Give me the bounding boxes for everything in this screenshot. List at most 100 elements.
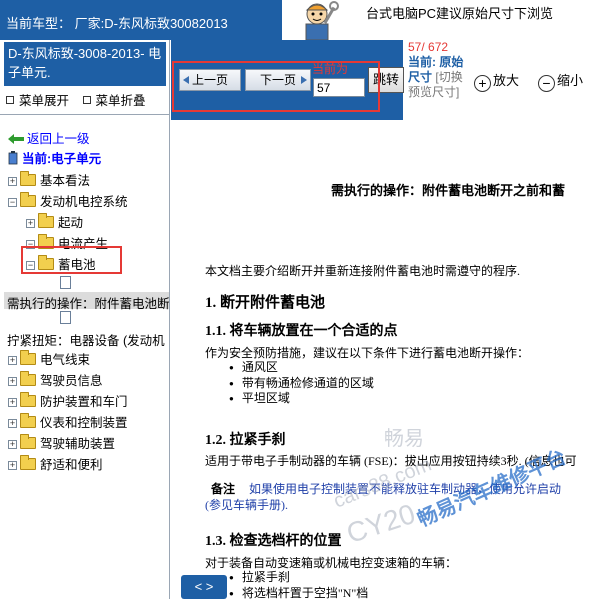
tree-item-comfort[interactable]: + 舒适和便利	[8, 454, 103, 473]
tree-doc-1[interactable]	[60, 276, 71, 290]
page-count: 57/ 672	[408, 40, 449, 54]
tree-item-doors[interactable]: + 防护装置和车门	[8, 391, 128, 410]
mechanic-mascot-icon	[305, 1, 339, 40]
current-node-row: 当前:电子单元	[8, 148, 101, 167]
menu-collapse-button[interactable]: 菜单折叠	[82, 90, 146, 109]
battery-highlight-box	[21, 246, 122, 274]
paragraph: 对于装备自动变速箱或机械电控变速箱的车辆：	[205, 556, 458, 570]
bullet-item: 带有畅通检修通道的区域	[229, 376, 374, 392]
size-info: 当前: 原始尺寸 [切换预览尺寸]	[408, 55, 466, 100]
collapse-minus-icon[interactable]: −	[8, 198, 17, 207]
subsection-heading: 1.1. 将车辆放置在一个合适的点	[205, 324, 398, 339]
folder-icon	[20, 371, 36, 386]
watermark-text: 畅易	[384, 428, 424, 450]
expand-plus-icon[interactable]: +	[8, 177, 17, 186]
tree-item-label: 仪表和控制装置	[40, 416, 128, 430]
tree-item-label: 舒适和便利	[40, 458, 103, 472]
zoom-in-button[interactable]: + 放大	[474, 70, 519, 92]
expand-plus-icon[interactable]: +	[8, 398, 17, 407]
tree-item-label: 起动	[58, 216, 84, 230]
zoom-in-icon: +	[474, 75, 491, 92]
sidebar-divider	[0, 114, 169, 115]
expand-plus-icon[interactable]: +	[8, 440, 17, 449]
note-label: 备注	[211, 482, 236, 496]
tree-item-engine[interactable]: − 发动机电控系统	[8, 191, 128, 210]
tree-item-label: 驾驶员信息	[40, 374, 103, 388]
tree-item-driving-aids[interactable]: + 驾驶辅助装置	[8, 433, 115, 452]
expand-plus-icon[interactable]: +	[26, 219, 35, 228]
tree-item-label: 拧紧扭矩：电器设备 (发动机	[7, 334, 165, 348]
expand-plus-icon[interactable]: +	[8, 419, 17, 428]
tree-item-label: 电气线束	[40, 353, 91, 367]
subsection-heading: 1.3. 检查选档杆的位置	[205, 534, 342, 549]
collapse-square-icon	[82, 96, 91, 104]
folder-icon	[20, 413, 36, 428]
tree-item-torque[interactable]: 拧紧扭矩：电器设备 (发动机	[7, 330, 165, 349]
tree-item-label: 防护装置和车门	[40, 395, 128, 409]
tree-item-driver-info[interactable]: + 驾驶员信息	[8, 370, 103, 389]
expand-plus-icon[interactable]: +	[8, 377, 17, 386]
folder-icon	[38, 213, 54, 228]
current-node-label: 当前:电子单元	[22, 152, 102, 166]
folder-icon	[20, 434, 36, 449]
document-toolbar: 上一页 下一页 当前为 跳转 57/ 672 当前: 原始尺寸 [切换预览尺寸]…	[171, 40, 600, 120]
document-icon	[60, 311, 71, 324]
menu-collapse-label: 菜单折叠	[95, 94, 146, 108]
zoom-out-label: 缩小	[557, 73, 584, 88]
notice-panel: 台式电脑PC建议原始尺寸下浏览	[352, 0, 600, 40]
bullet-item: 将选档杆置于空挡"N"档	[229, 586, 368, 599]
folder-open-icon	[20, 192, 36, 207]
note-line: 备注 如果使用电子控制装置不能释放驻车制动器，使用允许启动	[211, 480, 561, 497]
note-text: 如果使用电子控制装置不能释放驻车制动器，使用允许启动	[249, 482, 562, 496]
tree-item-label: 发动机电控系统	[40, 195, 128, 209]
folder-icon	[20, 350, 36, 365]
document-icon	[60, 276, 71, 289]
section-heading: 1. 断开附件蓄电池	[205, 295, 326, 311]
sidebar: D-东风标致-3008-2013- 电子单元. 菜单展开 菜单折叠 返回上一级 …	[0, 40, 170, 599]
tree-item-label: 基本看法	[40, 174, 91, 188]
car-model-label: 当前车型： 厂家:D-东风标致30082013	[6, 16, 228, 31]
document-title: 需执行的操作：附件蓄电池断开之前和蓄	[331, 183, 566, 198]
intro-text: 本文档主要介绍断开并重新连接附件蓄电池时需遵守的程序.	[205, 264, 521, 278]
zoom-out-button[interactable]: − 缩小	[538, 70, 583, 92]
expand-square-icon	[6, 96, 14, 104]
battery-icon	[8, 151, 18, 165]
tree-item-battery-ops[interactable]: 需执行的操作：附件蓄电池断	[7, 293, 170, 312]
scroll-nav-button[interactable]: < >	[181, 575, 227, 599]
tree-item-wiring[interactable]: + 电气线束	[8, 349, 90, 368]
folder-icon	[20, 455, 36, 470]
menu-toggle-row: 菜单展开 菜单折叠	[6, 90, 156, 109]
menu-expand-button[interactable]: 菜单展开	[6, 90, 69, 109]
mascot-logo	[282, 0, 352, 40]
tree-item-basic[interactable]: + 基本看法	[8, 170, 90, 189]
watermark-text: CY20	[342, 497, 419, 550]
bullet-item: 通风区	[229, 360, 374, 376]
document-content: 需执行的操作：附件蓄电池断开之前和蓄 本文档主要介绍断开并重新连接附件蓄电池时需…	[171, 120, 600, 599]
back-link-row[interactable]: 返回上一级	[8, 128, 90, 147]
nav-highlight-box	[172, 61, 380, 112]
paragraph: 适用于带电子手制动器的车辆 (FSE)：拔出应用按钮持续3秒. (信息也可	[205, 454, 577, 468]
tree-item-starter[interactable]: + 起动	[26, 212, 83, 231]
menu-expand-label: 菜单展开	[19, 94, 70, 108]
expand-plus-icon[interactable]: +	[8, 461, 17, 470]
zoom-in-label: 放大	[493, 73, 520, 88]
tree-doc-2[interactable]	[60, 311, 71, 325]
folder-icon	[20, 171, 36, 186]
bullet-item: 拉紧手刹	[229, 570, 368, 586]
bullet-item: 平坦区域	[229, 391, 374, 407]
zoom-out-icon: −	[538, 75, 555, 92]
bullet-list: 拉紧手刹 将选档杆置于空挡"N"档	[229, 570, 368, 599]
bullet-list: 通风区 带有畅通检修通道的区域 平坦区域	[229, 360, 374, 407]
browse-notice-text: 台式电脑PC建议原始尺寸下浏览	[366, 6, 554, 21]
tree-item-instruments[interactable]: + 仪表和控制装置	[8, 412, 128, 431]
tree-item-label: 需执行的操作：附件蓄电池断	[7, 297, 170, 311]
paragraph: 作为安全预防措施，建议在以下条件下进行蓄电池断开操作：	[205, 346, 530, 360]
folder-icon	[20, 392, 36, 407]
back-link[interactable]: 返回上一级	[27, 132, 90, 146]
top-header-bar: 当前车型： 厂家:D-东风标致30082013 台式电脑PC建议原始尺寸下浏览	[0, 0, 600, 40]
tree-item-label: 驾驶辅助装置	[40, 437, 116, 451]
subsection-heading: 1.2. 拉紧手刹	[205, 433, 286, 448]
note-line-2: (参见车辆手册).	[205, 498, 288, 512]
back-arrow-icon	[8, 134, 24, 144]
expand-plus-icon[interactable]: +	[8, 356, 17, 365]
